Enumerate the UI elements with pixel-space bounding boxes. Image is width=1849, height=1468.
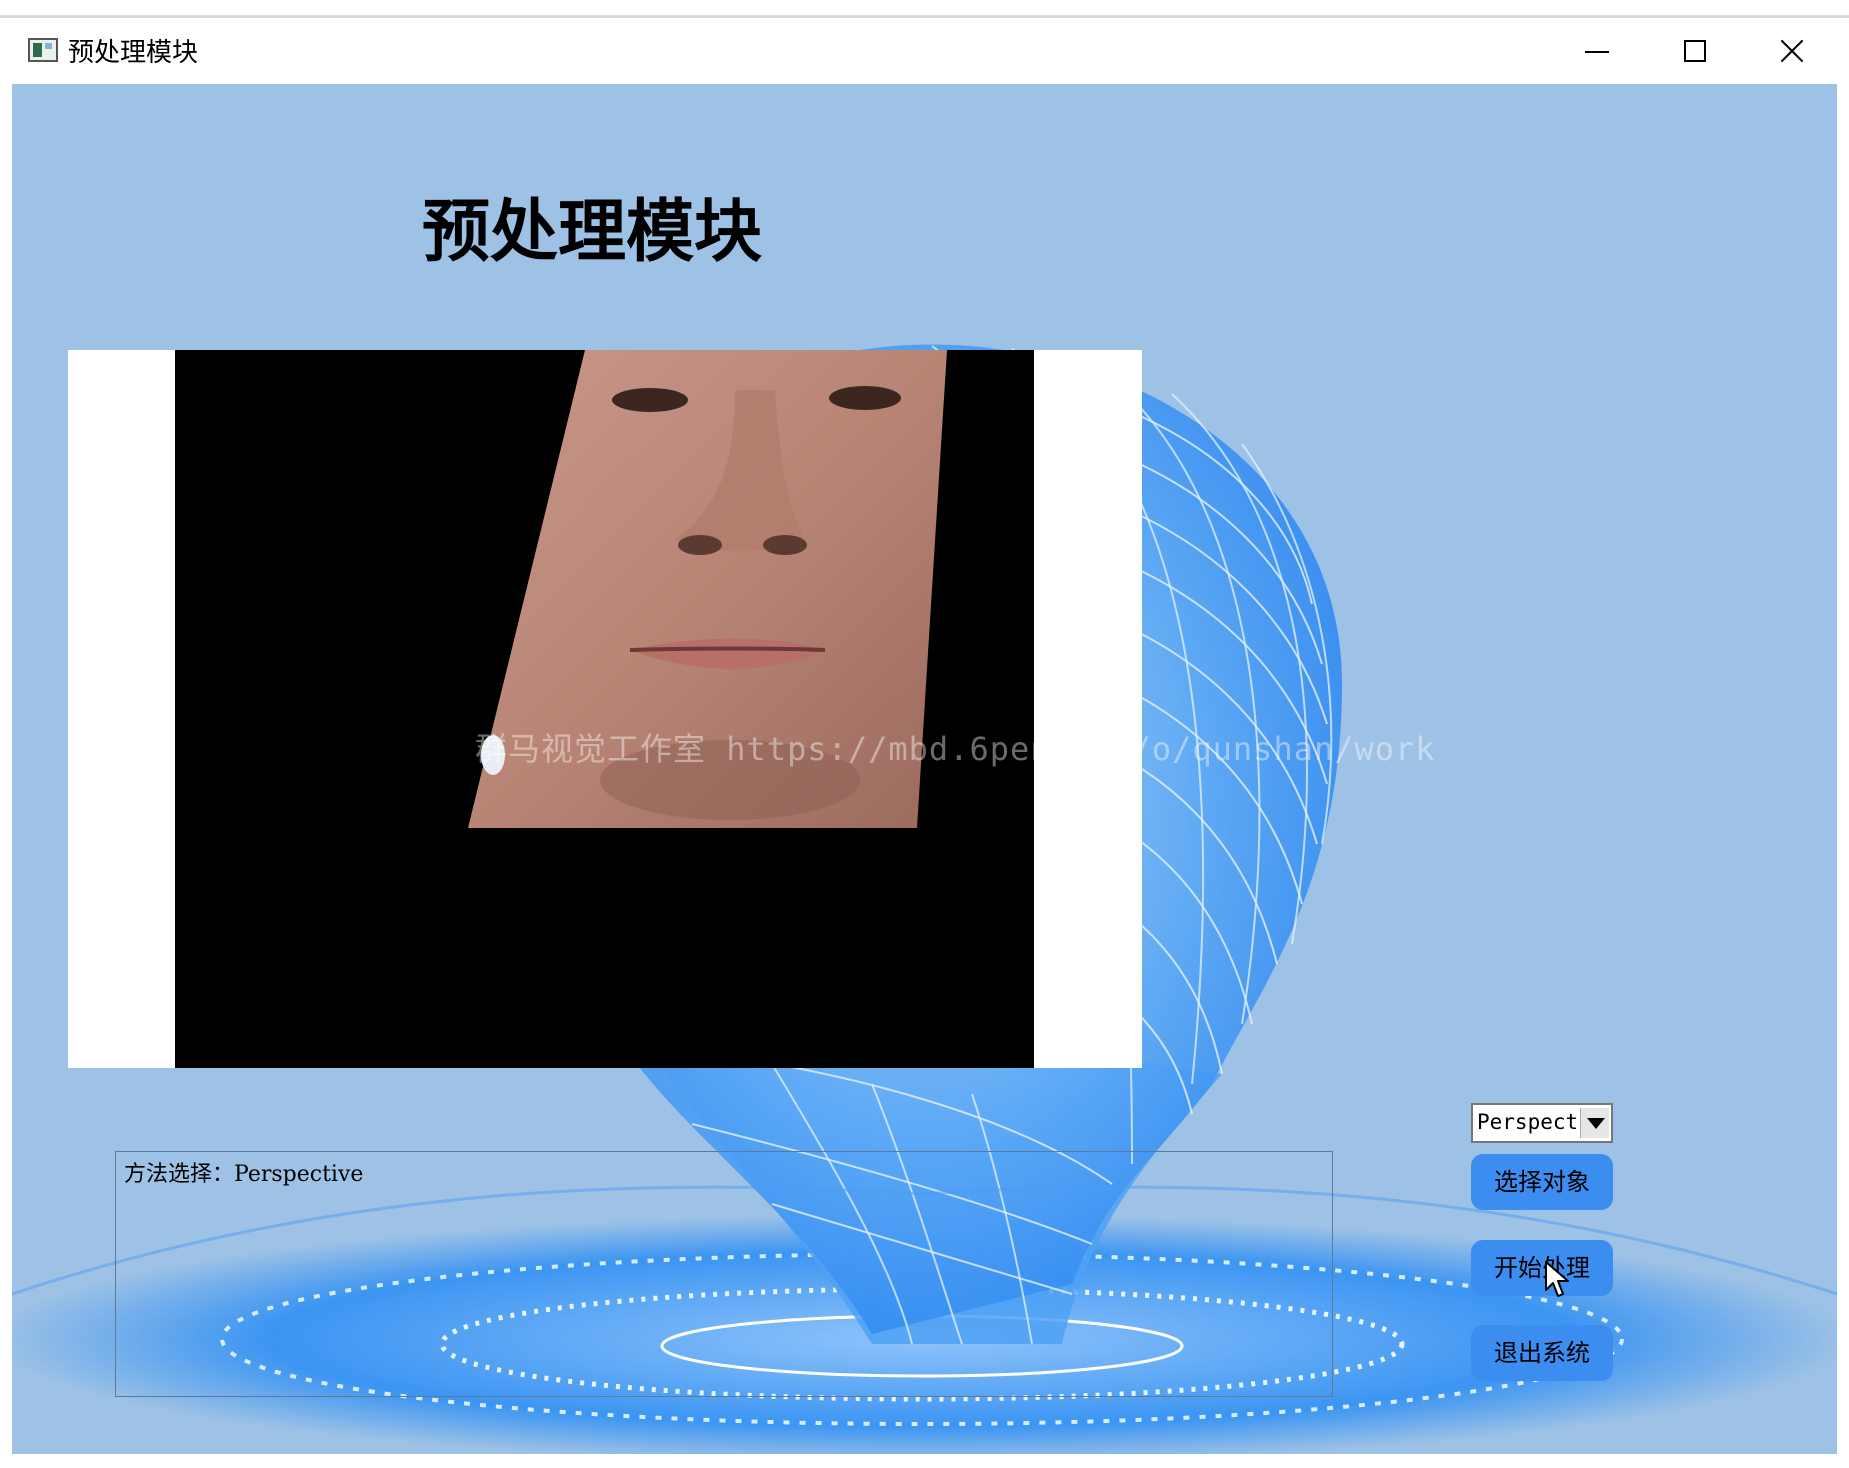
processed-image bbox=[175, 350, 1034, 1068]
exit-system-button[interactable]: 退出系统 bbox=[1471, 1325, 1613, 1381]
dropdown-button[interactable] bbox=[1580, 1108, 1609, 1138]
log-text: 方法选择：Perspective bbox=[124, 1162, 364, 1187]
app-icon bbox=[28, 38, 58, 62]
output-log-box[interactable]: 方法选择：Perspective bbox=[115, 1151, 1333, 1397]
background-editor-strip bbox=[0, 0, 1849, 18]
maximize-icon[interactable] bbox=[1647, 18, 1747, 84]
chevron-down-icon bbox=[1587, 1118, 1605, 1129]
watermark-text: 群马视觉工作室 https://mbd.6pen.art/o/qunshan/w… bbox=[475, 730, 1436, 768]
close-icon[interactable] bbox=[1747, 18, 1847, 84]
method-select[interactable]: Perspective bbox=[1471, 1103, 1613, 1143]
title-bar[interactable]: 预处理模块 bbox=[12, 18, 1837, 84]
client-area: 预处理模块 群马视觉工作室 https://mbd.6pen.art/o/qun… bbox=[12, 84, 1837, 1454]
window-title: 预处理模块 bbox=[68, 38, 199, 68]
minimize-icon[interactable] bbox=[1547, 18, 1647, 84]
method-select-value: Perspective bbox=[1477, 1110, 1577, 1134]
mouse-cursor-icon bbox=[1545, 1261, 1569, 1297]
app-window: 预处理模块 预处理模块 群马视觉工作室 https://mbd.6pen.art… bbox=[12, 18, 1837, 1454]
select-object-button[interactable]: 选择对象 bbox=[1471, 1154, 1613, 1210]
page-title: 预处理模块 bbox=[422, 192, 763, 272]
image-display-panel bbox=[68, 350, 1142, 1068]
start-processing-button[interactable]: 开始处理 bbox=[1471, 1240, 1613, 1296]
perspective-warped-face-image bbox=[468, 350, 947, 828]
